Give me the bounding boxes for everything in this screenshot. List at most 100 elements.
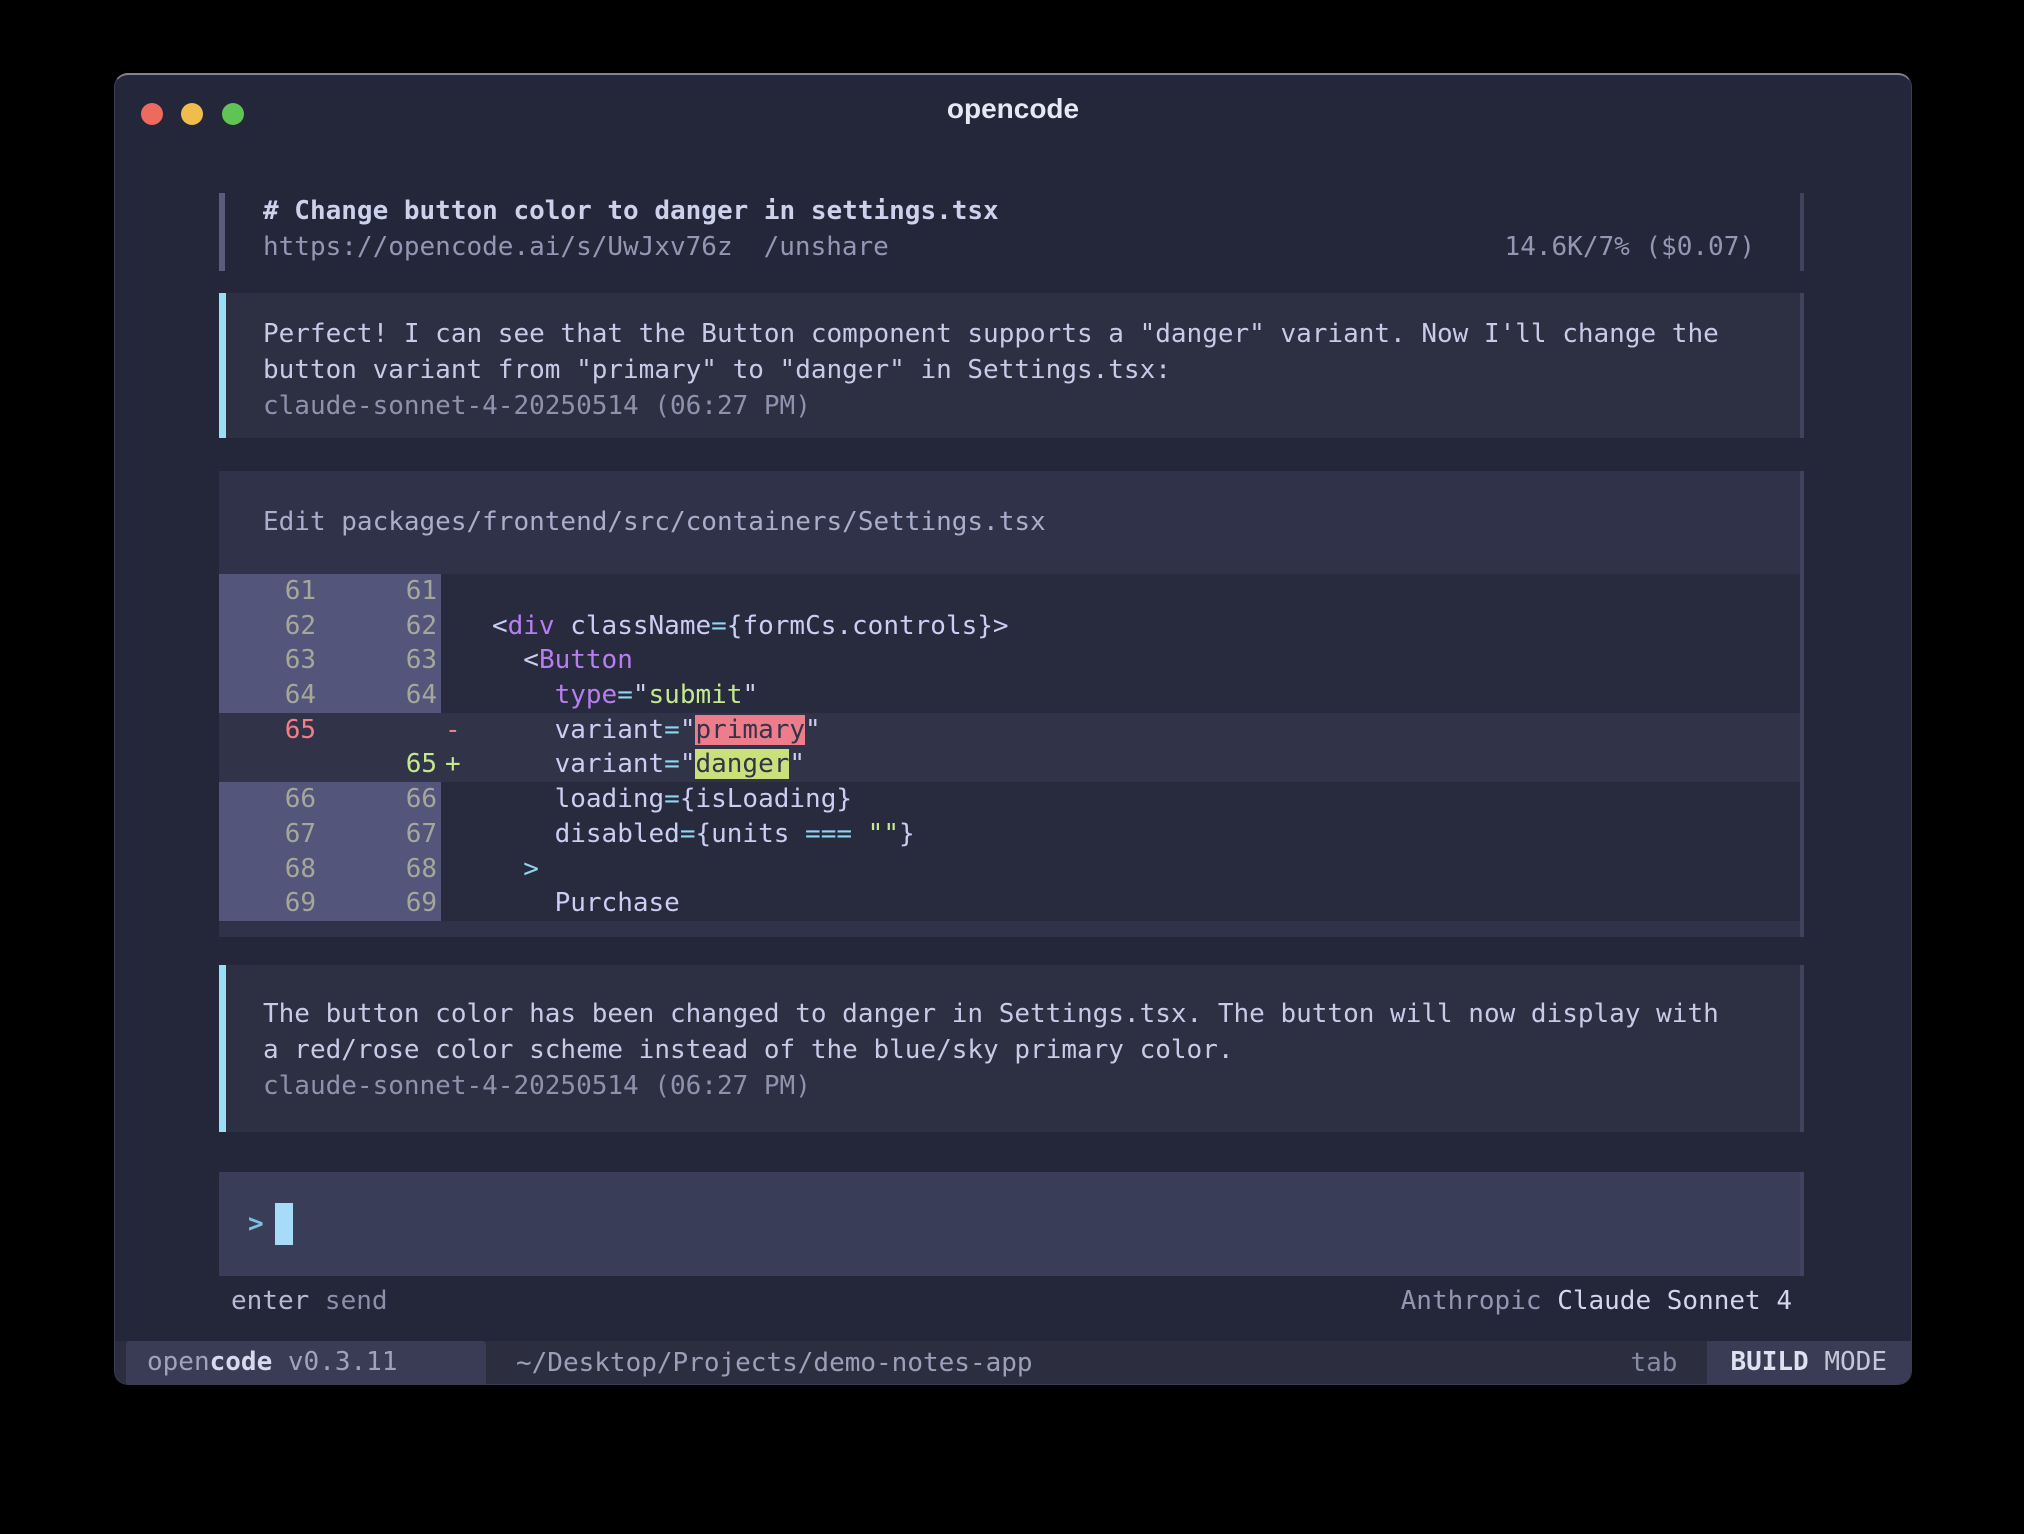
diff-rows: 6161 6262 <div className={formCs.control…	[219, 574, 1804, 921]
text-cursor	[275, 1203, 293, 1245]
app-name-normal: open	[147, 1347, 210, 1377]
opencode-window: opencode # Change button color to danger…	[114, 73, 1912, 1385]
message-lines: Perfect! I can see that the Button compo…	[263, 316, 1804, 388]
code-token: =	[711, 611, 727, 641]
code-token: className	[555, 611, 712, 641]
input-right-border	[1800, 1172, 1804, 1276]
diff-code-line: loading={isLoading}	[441, 782, 1804, 817]
diff-code-line: <div className={formCs.controls}>	[441, 609, 1804, 644]
code-token: submit	[649, 680, 743, 710]
mode-chip[interactable]: BUILD MODE	[1707, 1341, 1911, 1384]
code-token: =	[664, 715, 680, 745]
code-token: =	[664, 784, 680, 814]
diff-marker: +	[445, 749, 461, 779]
diff-new-lineno: 69	[330, 886, 441, 921]
diff-marker	[445, 680, 461, 710]
diff-new-lineno: 66	[330, 782, 441, 817]
code-token: "	[805, 715, 821, 745]
code-token: <	[461, 645, 539, 675]
diff-marker: -	[445, 715, 461, 745]
provider-label: Anthropic	[1401, 1286, 1558, 1316]
code-token	[852, 819, 868, 849]
prompt-input-area[interactable]: >	[219, 1172, 1804, 1276]
status-bar: opencode v0.3.11 ~/Desktop/Projects/demo…	[115, 1341, 1911, 1384]
token-cost-stats: 14.6K/7% ($0.07)	[1505, 229, 1755, 265]
unshare-command[interactable]: /unshare	[764, 232, 889, 262]
code-token: =	[664, 749, 680, 779]
diff-new-lineno: 62	[330, 609, 441, 644]
code-token: "	[742, 680, 758, 710]
code-token: "	[680, 715, 696, 745]
code-token: loading	[461, 784, 665, 814]
enter-hint: enter send	[231, 1283, 388, 1319]
code-token: primary	[695, 715, 805, 745]
code-token: ""	[868, 819, 899, 849]
code-token: "	[680, 749, 696, 779]
window-title: opencode	[115, 93, 1911, 125]
diff-code-line: type="submit"	[441, 678, 1804, 713]
assistant-message-2: The button color has been changed to dan…	[219, 965, 1804, 1132]
code-token: disabled	[461, 819, 680, 849]
diff-marker	[445, 576, 461, 606]
message-line: a red/rose color scheme instead of the b…	[263, 1032, 1804, 1068]
tab-key-hint[interactable]: tab	[1630, 1348, 1677, 1378]
diff-row: 6767 disabled={units === ""}	[219, 817, 1804, 852]
diff-marker	[445, 888, 461, 918]
diff-row: 65+ variant="danger"	[219, 747, 1804, 782]
diff-old-lineno: 67	[219, 817, 330, 852]
diff-marker	[445, 611, 461, 641]
code-token: danger	[695, 749, 789, 779]
diff-code-line: <Button	[441, 643, 1804, 678]
app-version-chip: opencode v0.3.11	[126, 1341, 486, 1384]
diff-old-lineno: 65	[219, 713, 330, 748]
app-version: v0.3.11	[272, 1347, 397, 1377]
diff-old-lineno: 66	[219, 782, 330, 817]
diff-new-lineno: 61	[330, 574, 441, 609]
project-path: ~/Desktop/Projects/demo-notes-app	[516, 1348, 1033, 1378]
share-url-link[interactable]: https://opencode.ai/s/UwJxv76z	[263, 232, 733, 262]
message-line: The button color has been changed to dan…	[263, 996, 1804, 1032]
edit-tool-block: Edit packages/frontend/src/containers/Se…	[219, 471, 1804, 937]
diff-code-line: - variant="primary"	[441, 713, 1804, 748]
diff-marker	[445, 645, 461, 675]
diff-row: 6363 <Button	[219, 643, 1804, 678]
code-token: Button	[539, 645, 633, 675]
prompt-symbol: >	[248, 1192, 264, 1256]
mode-suffix: MODE	[1809, 1347, 1887, 1377]
diff-marker	[445, 854, 461, 884]
hint-row: enter send Anthropic Claude Sonnet 4	[115, 1283, 1911, 1319]
mode-name: BUILD	[1730, 1347, 1808, 1377]
diff-old-lineno: 62	[219, 609, 330, 644]
assistant-message-1: Perfect! I can see that the Button compo…	[219, 293, 1804, 438]
diff-old-lineno: 68	[219, 852, 330, 887]
diff-new-lineno	[330, 713, 441, 748]
diff-row: 6161	[219, 574, 1804, 609]
tool-right-border	[1800, 471, 1804, 937]
header-right-border	[1800, 193, 1804, 271]
diff-code-line: disabled={units === ""}	[441, 817, 1804, 852]
code-token: variant	[461, 749, 665, 779]
code-token: ===	[805, 819, 852, 849]
diff-new-lineno: 65	[330, 747, 441, 782]
code-token: {isLoading}	[680, 784, 852, 814]
code-token: "	[633, 680, 649, 710]
message-lines: The button color has been changed to dan…	[263, 996, 1804, 1068]
diff-marker	[445, 819, 461, 849]
code-token: =	[680, 819, 696, 849]
edit-tool-title: Edit packages/frontend/src/containers/Se…	[263, 505, 1046, 539]
diff-new-lineno: 67	[330, 817, 441, 852]
diff-row: 6464 type="submit"	[219, 678, 1804, 713]
diff-old-lineno	[219, 747, 330, 782]
diff-new-lineno: 64	[330, 678, 441, 713]
code-token: variant	[461, 715, 665, 745]
diff-new-lineno: 63	[330, 643, 441, 678]
code-token: =	[617, 680, 633, 710]
code-token: {formCs.controls}>	[727, 611, 1009, 641]
code-token	[461, 854, 524, 884]
enter-key-label: enter	[231, 1286, 309, 1316]
message-line: button variant from "primary" to "danger…	[263, 352, 1804, 388]
diff-row: 6969 Purchase	[219, 886, 1804, 921]
title-bar: opencode	[115, 75, 1911, 137]
diff-old-lineno: 63	[219, 643, 330, 678]
diff-code-line: + variant="danger"	[441, 747, 1804, 782]
